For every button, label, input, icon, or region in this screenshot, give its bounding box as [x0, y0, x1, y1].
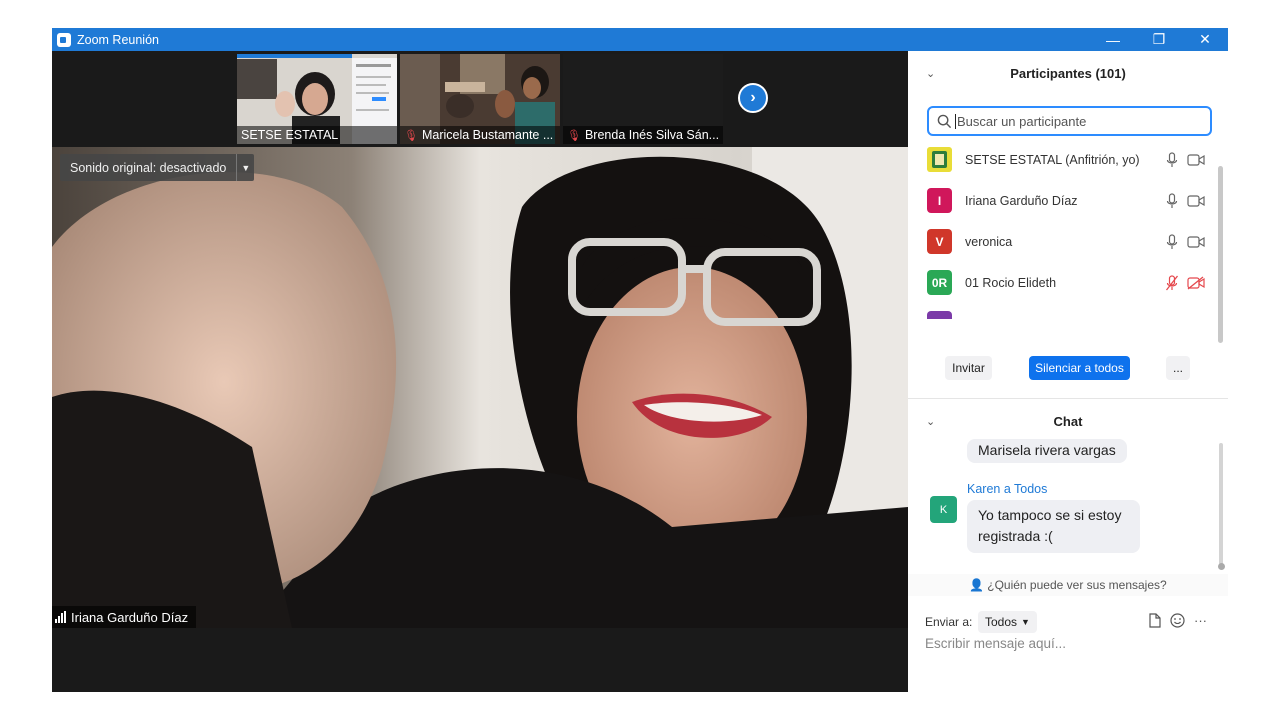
microphone-icon[interactable]: [1166, 233, 1178, 250]
window-title: Zoom Reunión: [77, 32, 159, 47]
participant-row[interactable]: 0R 01 Rocio Elideth: [908, 262, 1228, 303]
chat-message-line: Yo tampoco se si estoy: [978, 507, 1122, 523]
participant-name: 01 Rocio Elideth: [965, 275, 1057, 290]
send-to-row: Enviar a: Todos ▼ ···: [908, 609, 1228, 635]
participant-name: SETSE ESTATAL (Anfitrión, yo): [965, 152, 1140, 167]
text-cursor: [955, 113, 956, 129]
participant-row[interactable]: V veronica: [908, 221, 1228, 262]
participant-row[interactable]: SETSE ESTATAL (Anfitrión, yo): [908, 139, 1228, 180]
more-icon[interactable]: ···: [1194, 613, 1207, 628]
participant-row[interactable]: I Iriana Garduño Díaz: [908, 180, 1228, 221]
emoji-icon[interactable]: [1170, 613, 1185, 628]
video-camera-off-icon[interactable]: [1187, 275, 1205, 290]
more-options-button[interactable]: ...: [1166, 356, 1190, 380]
participant-search-input[interactable]: Buscar un participante: [927, 106, 1212, 136]
avatar: V: [927, 229, 952, 254]
avatar: I: [927, 188, 952, 213]
minimize-button[interactable]: —: [1090, 28, 1136, 51]
chat-tools: ···: [1149, 613, 1207, 628]
video-camera-icon[interactable]: [1187, 153, 1205, 167]
send-to-label: Enviar a:: [925, 615, 973, 629]
who-can-see-messages[interactable]: 👤 ¿Quién puede ver sus mensajes?: [908, 574, 1228, 596]
chat-header: ⌄ Chat: [908, 403, 1228, 439]
thumbnail-video[interactable]: 🎙 Maricela Bustamante ...: [400, 54, 560, 144]
chevron-down-icon[interactable]: ⌄: [926, 67, 935, 80]
microphone-muted-icon[interactable]: [1166, 274, 1178, 291]
participants-title: Participantes (101): [1010, 65, 1126, 81]
chat-message-bubble: Marisela rivera vargas: [967, 439, 1127, 463]
invite-button[interactable]: Invitar: [945, 356, 992, 380]
close-button[interactable]: ✕: [1182, 28, 1228, 51]
window-controls: — ❐ ✕: [1090, 28, 1228, 51]
participant-actions: Invitar Silenciar a todos ...: [908, 356, 1228, 384]
person-icon: 👤: [969, 578, 985, 592]
search-icon: [937, 114, 952, 128]
thumbnail-name: 🎙 Maricela Bustamante ...: [400, 126, 560, 144]
chat-messages: Marisela rivera vargas Karen a Todos K Y…: [908, 439, 1228, 569]
file-icon[interactable]: [1149, 613, 1161, 628]
mic-muted-icon: 🎙: [567, 130, 581, 142]
video-camera-icon[interactable]: [1187, 194, 1205, 208]
host-logo-avatar: [927, 147, 952, 172]
thumbnail-video[interactable]: SETSE ESTATAL: [237, 54, 397, 144]
search-placeholder: Buscar un participante: [957, 113, 1087, 129]
chat-title: Chat: [1053, 413, 1083, 429]
chat-message-line: registrada :(: [978, 528, 1053, 544]
participant-row[interactable]: [908, 303, 1228, 319]
avatar: 0R: [927, 270, 952, 295]
active-speaker-video: Sonido original: desactivado ▼ Iriana Ga…: [52, 147, 908, 628]
right-sidebar: ⌄ Participantes (101) Buscar un particip…: [908, 51, 1228, 692]
thumbnail-strip: SETSE ESTATAL 🎙Maricela Bustamante ...: [52, 51, 908, 147]
video-camera-icon[interactable]: [1187, 235, 1205, 249]
chat-message-bubble: Yo tampoco se si estoy registrada :(: [967, 500, 1140, 553]
chevron-down-icon: ▼: [1021, 617, 1030, 627]
avatar: K: [930, 496, 957, 523]
panel-divider: [908, 398, 1228, 399]
thumbnail-video[interactable]: 🎙 Brenda Inés Silva Sán...: [563, 54, 723, 144]
participant-name: veronica: [965, 234, 1013, 249]
microphone-icon[interactable]: [1166, 192, 1178, 209]
participant-name: Iriana Garduño Díaz: [965, 193, 1078, 208]
active-speaker-name: Iriana Garduño Díaz: [52, 606, 197, 628]
chat-scrollbar[interactable]: [1219, 443, 1223, 565]
signal-strength-icon: [55, 611, 66, 623]
send-to-dropdown[interactable]: Todos ▼: [978, 611, 1037, 633]
participant-list-scrollbar[interactable]: [1218, 166, 1223, 343]
thumbnail-name: SETSE ESTATAL: [237, 126, 397, 144]
video-area: SETSE ESTATAL 🎙Maricela Bustamante ...: [52, 51, 908, 692]
zoom-logo-icon: [57, 32, 71, 47]
scroll-indicator: [1218, 563, 1225, 570]
avatar: [927, 311, 952, 319]
chat-message-input[interactable]: Escribir mensaje aquí...: [925, 636, 1215, 656]
mic-muted-icon: 🎙: [404, 130, 418, 142]
participants-header: ⌄ Participantes (101): [908, 51, 1228, 95]
next-page-arrow-icon[interactable]: ›: [738, 83, 768, 113]
microphone-icon[interactable]: [1166, 151, 1178, 168]
zoom-window: Zoom Reunión — ❐ ✕ SETSE ESTATAL 🎙 Maric…: [52, 28, 1228, 692]
participant-list: SETSE ESTATAL (Anfitrión, yo) I Iriana G…: [908, 139, 1228, 319]
mute-all-button[interactable]: Silenciar a todos: [1029, 356, 1130, 380]
original-sound-toggle[interactable]: Sonido original: desactivado ▼: [60, 154, 255, 181]
setse-logo-icon: [927, 147, 952, 172]
thumbnail-name: 🎙 Brenda Inés Silva Sán...: [563, 126, 723, 144]
chat-sender: Karen a Todos: [967, 482, 1048, 496]
original-sound-label: Sonido original: desactivado: [70, 160, 227, 175]
chevron-down-icon[interactable]: ⌄: [926, 415, 935, 428]
chevron-down-icon[interactable]: ▼: [236, 154, 254, 181]
restore-button[interactable]: ❐: [1136, 28, 1182, 51]
speaker-video-image: [52, 147, 908, 628]
title-bar: Zoom Reunión — ❐ ✕: [52, 28, 1228, 51]
